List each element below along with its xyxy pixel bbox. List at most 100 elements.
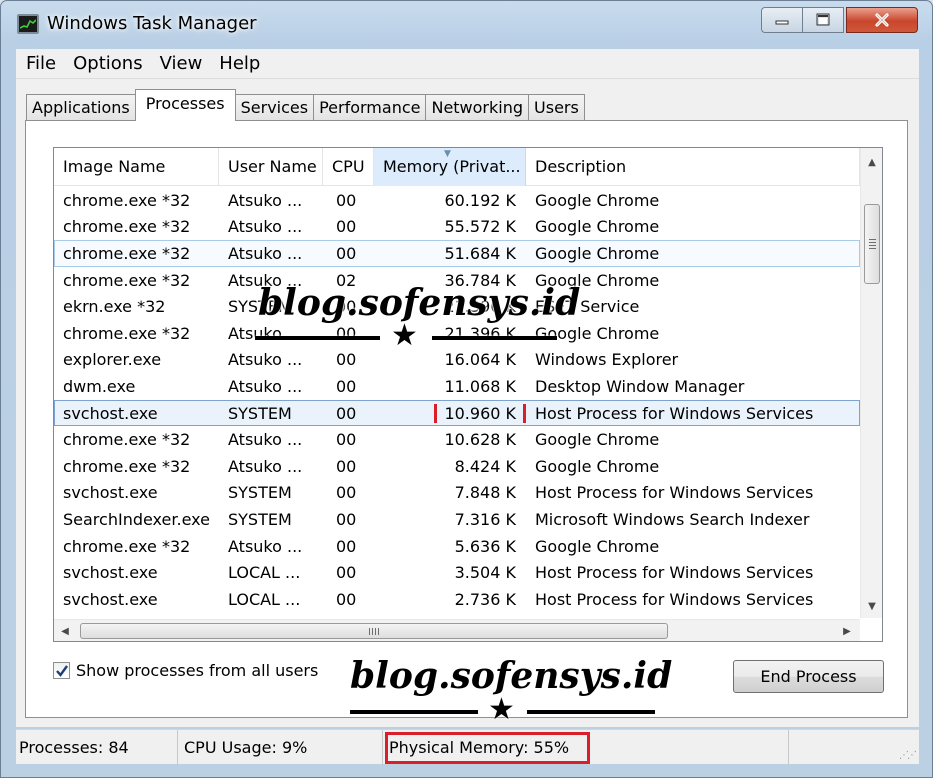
cell-image-name: chrome.exe *32: [63, 323, 191, 343]
cell-image-name: chrome.exe *32: [63, 456, 191, 476]
cell-image-name: ekrn.exe *32: [63, 297, 166, 317]
horizontal-scrollbar[interactable]: ◀ ▶: [54, 619, 860, 641]
cell-description: Microsoft Windows Search Indexer: [535, 509, 810, 529]
minimize-button[interactable]: [761, 7, 803, 33]
close-icon: [875, 13, 889, 27]
menu-options[interactable]: Options: [67, 53, 153, 74]
column-description[interactable]: Description: [526, 148, 860, 186]
cell-image-name: chrome.exe *32: [63, 430, 191, 450]
table-row[interactable]: chrome.exe *32 Atsuko ... 00 5.636 K Google …: [54, 533, 860, 560]
tab-applications[interactable]: Applications: [26, 94, 136, 121]
tab-strip: Applications Processes Services Performa…: [26, 89, 585, 121]
table-row[interactable]: chrome.exe *32 Atsuko ... 00 8.424 K Google …: [54, 453, 860, 480]
watermark-text-bottom: blog.sofensys.id: [350, 655, 673, 697]
cell-description: Google Chrome: [535, 536, 660, 556]
cell-user-name: Atsuko ...: [228, 456, 303, 476]
sort-descending-icon: ▼: [444, 149, 451, 159]
table-row[interactable]: svchost.exe SYSTEM 00 10.960 K Host Process …: [54, 399, 860, 427]
table-row[interactable]: chrome.exe *32 Atsuko ... 00 60.192 K Google…: [54, 187, 860, 214]
maximize-icon: [816, 13, 830, 26]
cell-user-name: Atsuko ...: [228, 536, 303, 556]
cell-user-name: Atsuko ...: [228, 430, 303, 450]
column-memory[interactable]: ▼ Memory (Privat...: [374, 148, 526, 186]
cell-image-name: SearchIndexer.exe: [63, 509, 210, 529]
cell-memory: 10.960 K: [374, 403, 526, 423]
cell-user-name: Atsuko ...: [228, 190, 303, 210]
cell-description: Google Chrome: [535, 323, 660, 343]
processes-panel: Image Name User Name CPU ▼ Memory (Priva…: [25, 120, 908, 718]
table-row[interactable]: svchost.exe SYSTEM 00 7.848 K Host Process f…: [54, 480, 860, 507]
cell-memory: 16.064 K: [444, 350, 516, 370]
cell-description: Google Chrome: [535, 430, 660, 450]
cell-user-name: Atsuko ...: [228, 243, 303, 263]
cell-memory: 8.424 K: [454, 456, 516, 476]
status-processes: Processes: 84: [16, 730, 178, 765]
cell-memory: 5.636 K: [454, 536, 516, 556]
show-all-processes-checkbox[interactable]: Show processes from all users: [53, 661, 318, 680]
cell-memory: 7.848 K: [454, 483, 516, 503]
title-bar[interactable]: Windows Task Manager: [1, 1, 932, 47]
cell-cpu: 00: [336, 483, 357, 503]
tab-services[interactable]: Services: [234, 94, 315, 121]
cell-cpu: 00: [336, 509, 357, 529]
cell-cpu: 00: [336, 243, 357, 263]
cell-description: Google Chrome: [535, 456, 660, 476]
table-row[interactable]: svchost.exe LOCAL ... 00 3.504 K Host Proces…: [54, 559, 860, 586]
table-row[interactable]: SearchIndexer.exe SYSTEM 00 7.316 K Microsof…: [54, 506, 860, 533]
vertical-scrollbar[interactable]: ▲ ▼: [860, 148, 882, 618]
scroll-left-icon[interactable]: ◀: [54, 620, 76, 641]
cell-user-name: SYSTEM: [228, 509, 292, 529]
status-bar: Processes: 84 CPU Usage: 9% Physical Mem…: [16, 729, 919, 765]
cell-cpu: 00: [336, 217, 357, 237]
cell-user-name: Atsuko ...: [228, 376, 303, 396]
menu-view[interactable]: View: [154, 53, 214, 74]
cell-cpu: 00: [336, 456, 357, 476]
scroll-down-icon[interactable]: ▼: [861, 594, 882, 618]
status-physical-memory: Physical Memory: 55%: [383, 730, 789, 765]
tab-users[interactable]: Users: [528, 94, 585, 121]
table-row[interactable]: svchost.exe LOCAL ... 00 2.736 K Host Proces…: [54, 586, 860, 613]
scroll-right-icon[interactable]: ▶: [836, 620, 858, 641]
vertical-scroll-thumb[interactable]: [864, 204, 880, 284]
cell-description: Google Chrome: [535, 217, 660, 237]
column-cpu[interactable]: CPU: [323, 148, 374, 186]
tab-processes[interactable]: Processes: [134, 89, 236, 121]
column-user-name[interactable]: User Name: [219, 148, 323, 186]
checkbox-box[interactable]: [53, 662, 70, 679]
cell-user-name: Atsuko ...: [228, 350, 303, 370]
tab-performance[interactable]: Performance: [313, 94, 427, 121]
cell-cpu: 00: [336, 190, 357, 210]
watermark-star-icon: ★: [391, 318, 418, 353]
end-process-button[interactable]: End Process: [733, 660, 884, 693]
horizontal-scroll-thumb[interactable]: [80, 623, 668, 639]
menu-file[interactable]: File: [20, 53, 67, 74]
tab-networking[interactable]: Networking: [425, 94, 530, 121]
watermark-underline: [432, 336, 557, 340]
status-cpu-usage: CPU Usage: 9%: [178, 730, 383, 765]
table-row[interactable]: chrome.exe *32 Atsuko ... 00 10.628 K Google…: [54, 426, 860, 453]
client-area: Applications Processes Services Performa…: [16, 79, 919, 727]
task-manager-icon: [17, 14, 39, 34]
resize-grip-icon[interactable]: ⋰⋰: [899, 750, 917, 761]
maximize-button[interactable]: [802, 7, 844, 33]
watermark-text-top: blog.sofensys.id: [258, 282, 581, 324]
cell-memory: 51.684 K: [444, 243, 516, 263]
cell-description: Google Chrome: [535, 243, 660, 263]
table-row[interactable]: chrome.exe *32 Atsuko ... 00 55.572 K Google…: [54, 214, 860, 241]
cell-description: Host Process for Windows Services: [535, 403, 814, 423]
column-memory-label: Memory (Privat...: [383, 157, 521, 176]
close-button[interactable]: [846, 7, 918, 33]
cell-user-name: LOCAL ...: [228, 563, 301, 583]
cell-cpu: 00: [336, 403, 357, 423]
table-row[interactable]: dwm.exe Atsuko ... 00 11.068 K Desktop Windo…: [54, 373, 860, 400]
cell-memory: 11.068 K: [444, 376, 516, 396]
scroll-up-icon[interactable]: ▲: [861, 150, 882, 174]
table-row[interactable]: explorer.exe Atsuko ... 00 16.064 K Windows …: [54, 347, 860, 374]
column-image-name[interactable]: Image Name: [54, 148, 219, 186]
checkmark-icon: [56, 665, 68, 677]
table-row[interactable]: chrome.exe *32 Atsuko ... 00 51.684 K Google…: [54, 240, 860, 267]
cell-image-name: svchost.exe: [63, 563, 158, 583]
process-list[interactable]: Image Name User Name CPU ▼ Memory (Priva…: [53, 147, 883, 642]
menu-help[interactable]: Help: [213, 53, 271, 74]
watermark-underline: [527, 710, 655, 714]
